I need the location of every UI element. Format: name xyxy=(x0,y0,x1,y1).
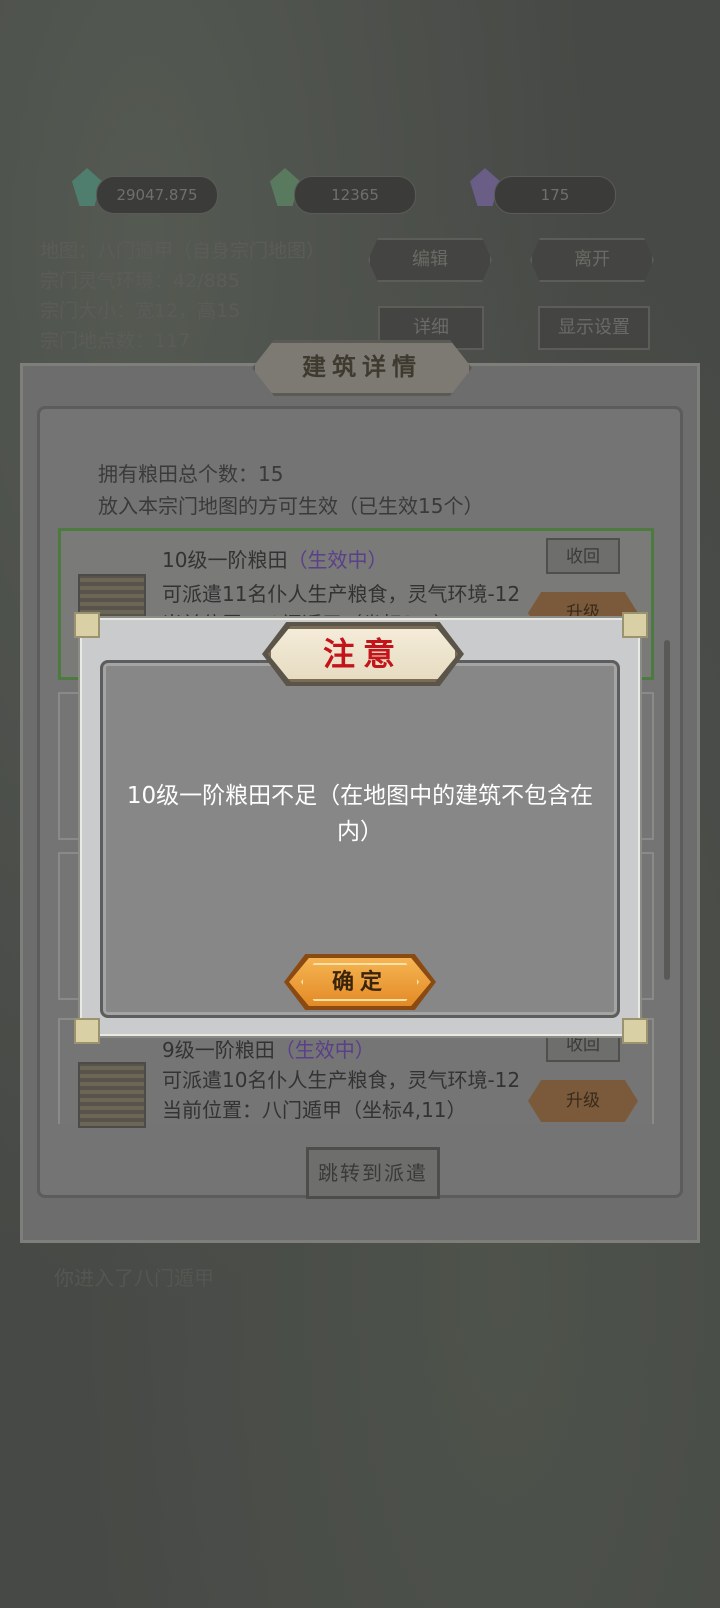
status-label: （生效中） xyxy=(287,548,388,572)
upgrade-button[interactable]: 升级 xyxy=(528,1080,638,1122)
effect-note: 放入本宗门地图的方可生效（已生效15个） xyxy=(98,494,484,518)
dialog-corner-ornament xyxy=(74,612,100,638)
jump-to-dispatch-button[interactable]: 跳转到派遣 xyxy=(306,1147,440,1199)
map-name: 地图：八门遁甲（自身宗门地图） xyxy=(40,240,326,262)
grain-field-icon xyxy=(78,1062,146,1128)
building-name-text: 9级一阶粮田 xyxy=(162,1038,275,1062)
sect-size: 宗门大小：宽12，高15 xyxy=(40,300,241,322)
dialog-corner-ornament xyxy=(622,1018,648,1044)
edit-button[interactable]: 编辑 xyxy=(368,238,492,282)
spirit-stone-counter: 29047.875 xyxy=(96,176,218,214)
building-name: 9级一阶粮田（生效中） xyxy=(162,1034,375,1063)
site-count: 宗门地点数：117 xyxy=(40,330,191,352)
recall-button[interactable]: 收回 xyxy=(546,538,620,574)
dialog-title: 注意 xyxy=(268,626,458,682)
confirm-button[interactable]: 确定 xyxy=(289,958,431,1006)
spirit-environment: 宗门灵气环境：42/885 xyxy=(40,270,240,292)
dialog-corner-ornament xyxy=(622,612,648,638)
building-desc: 可派遣10名仆人生产粮食，灵气环境-12 xyxy=(162,1068,521,1092)
building-name-text: 10级一阶粮田 xyxy=(162,548,288,572)
building-name: 10级一阶粮田（生效中） xyxy=(162,544,387,573)
log-message: 你进入了八门遁甲 xyxy=(54,1266,214,1290)
field-total-count: 拥有粮田总个数：15 xyxy=(98,462,284,486)
list-scrollbar[interactable] xyxy=(664,640,670,980)
display-settings-button[interactable]: 显示设置 xyxy=(538,306,650,350)
building-location: 当前位置：八门遁甲（坐标4,11） xyxy=(162,1098,467,1122)
leave-button[interactable]: 离开 xyxy=(530,238,654,282)
dialog-corner-ornament xyxy=(74,1018,100,1044)
dialog-message: 10级一阶粮田不足（在地图中的建筑不包含在内） xyxy=(126,783,594,845)
purple-gem-counter: 175 xyxy=(494,176,616,214)
panel-title: 建筑详情 xyxy=(252,340,472,396)
building-desc: 可派遣11名仆人生产粮食，灵气环境-12 xyxy=(162,582,521,606)
crystal-counter: 12365 xyxy=(294,176,416,214)
status-label: （生效中） xyxy=(274,1038,375,1062)
